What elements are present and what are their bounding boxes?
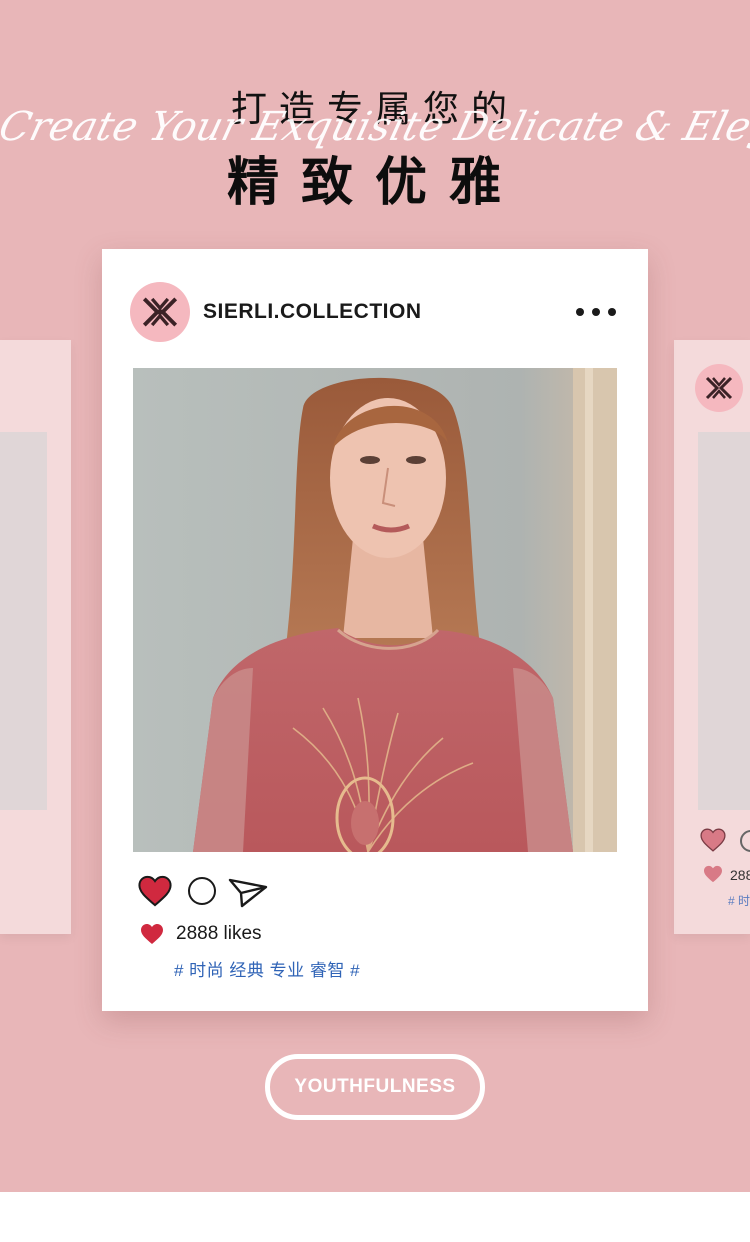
dot	[608, 308, 616, 316]
brand-logo-icon	[142, 297, 178, 327]
brand-avatar[interactable]	[130, 282, 190, 342]
more-dots-icon[interactable]	[576, 302, 616, 322]
likes-count[interactable]: 2888 likes	[176, 923, 262, 945]
side-post-image-placeholder	[698, 432, 750, 810]
side-likes-count: 288	[730, 867, 750, 883]
headline-main: 精致优雅	[226, 153, 523, 213]
brand-logo-icon	[695, 364, 743, 412]
heart-icon	[704, 865, 722, 883]
model-photo-illustration	[133, 368, 617, 852]
comment-circle-icon[interactable]	[188, 877, 216, 905]
heart-icon[interactable]	[138, 875, 172, 907]
comment-circle-icon	[740, 830, 750, 852]
page-background: 打造专属您的 Create Your Exquisite Delicate & …	[0, 0, 750, 1192]
post-hashtags[interactable]: # 时尚 经典 专业 睿智 #	[174, 956, 360, 981]
side-hashtags: # 时	[728, 894, 750, 908]
side-post-image-placeholder	[0, 432, 47, 810]
likes-row: 2888 likes	[140, 921, 440, 947]
youthfulness-button[interactable]: YOUTHFULNESS	[265, 1054, 485, 1120]
post-actions	[138, 873, 278, 913]
side-post-card-left	[0, 340, 71, 934]
account-name[interactable]: SIERLI.COLLECTION	[203, 300, 422, 324]
dot	[576, 308, 584, 316]
send-icon[interactable]	[228, 876, 268, 908]
dot	[592, 308, 600, 316]
post-card: SIERLI.COLLECTION 2888 likes # 时尚 经典 专业 …	[102, 249, 648, 1011]
heart-icon	[700, 828, 726, 852]
post-photo	[133, 368, 617, 852]
side-post-card-right: 288 # 时	[674, 340, 750, 934]
heart-icon	[141, 924, 163, 944]
